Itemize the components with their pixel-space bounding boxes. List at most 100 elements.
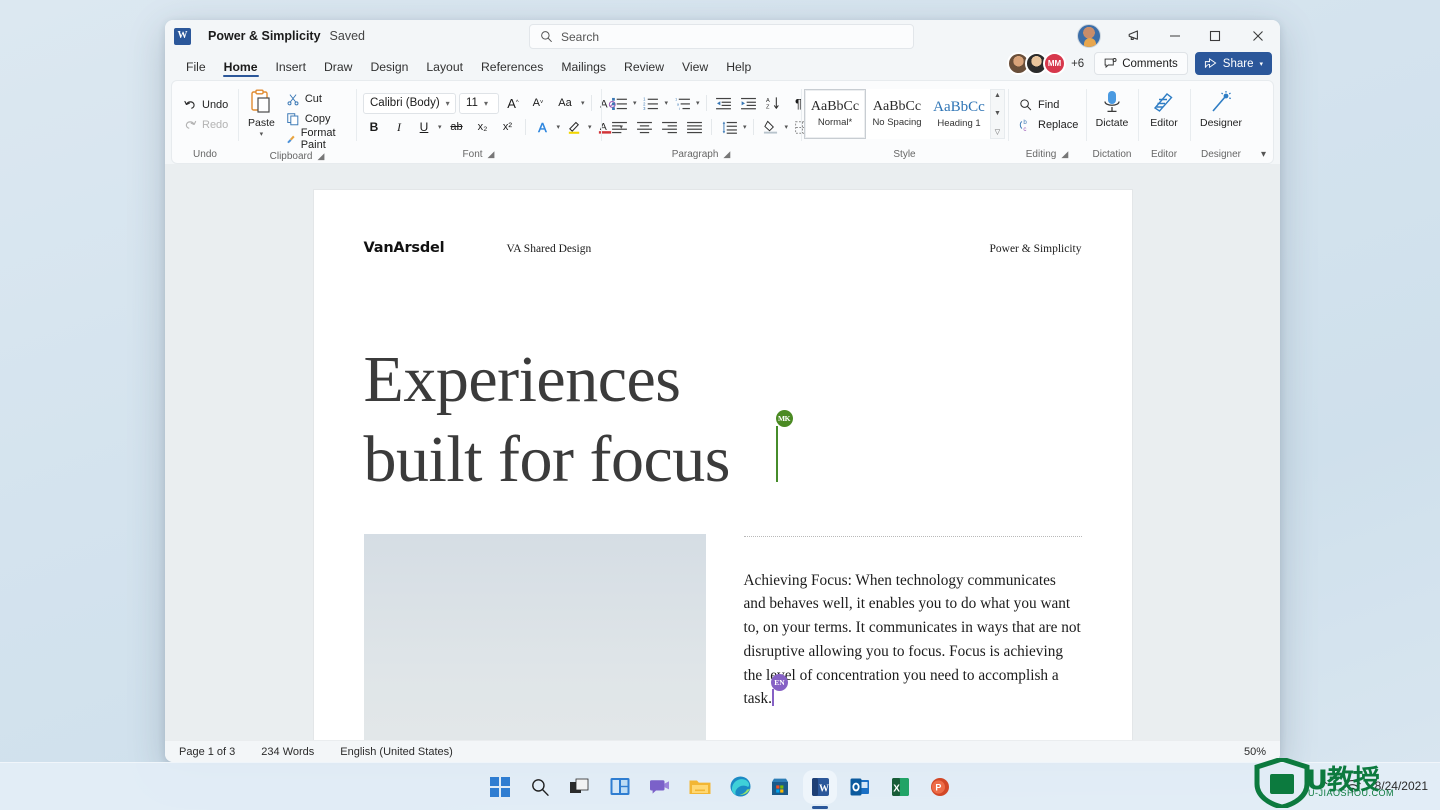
chevron-down-icon[interactable]: ▾ xyxy=(557,123,561,131)
multilevel-list-button[interactable]: 1 a i xyxy=(671,93,693,114)
paste-button[interactable]: Paste ▾ xyxy=(245,85,278,138)
copy-button[interactable]: Copy xyxy=(282,109,349,129)
undo-button[interactable]: Undo xyxy=(179,95,232,115)
tab-design[interactable]: Design xyxy=(361,61,417,77)
task-view-icon[interactable] xyxy=(568,775,592,799)
font-family-combo[interactable]: Calibri (Body) ▾ xyxy=(363,92,456,114)
document-title[interactable]: Power & Simplicity xyxy=(208,29,321,43)
align-left-button[interactable] xyxy=(608,117,630,138)
dialog-launcher-icon[interactable]: ◢ xyxy=(723,149,730,160)
store-icon[interactable] xyxy=(768,775,792,799)
chevron-down-icon[interactable]: ▾ xyxy=(743,123,747,131)
language-indicator[interactable]: English (United States) xyxy=(340,746,453,758)
text-effects-button[interactable]: A xyxy=(532,117,554,138)
grow-font-button[interactable]: A ^ xyxy=(502,93,524,114)
dictate-button[interactable]: Dictate xyxy=(1093,85,1131,130)
start-icon[interactable] xyxy=(488,775,512,799)
highlight-button[interactable] xyxy=(563,117,585,138)
increase-indent-button[interactable] xyxy=(738,93,760,114)
tray-overflow-button[interactable]: ⌃ xyxy=(1320,779,1330,793)
widgets-icon[interactable] xyxy=(608,775,632,799)
chevron-down-icon[interactable]: ▾ xyxy=(588,123,592,131)
dialog-launcher-icon[interactable]: ◢ xyxy=(1061,149,1068,160)
zoom-level[interactable]: 50% xyxy=(1244,746,1266,758)
tray-date[interactable]: 8/24/2021 xyxy=(1375,779,1428,793)
justify-button[interactable] xyxy=(683,117,705,138)
tab-references[interactable]: References xyxy=(472,61,552,77)
tab-mailings[interactable]: Mailings xyxy=(552,61,615,77)
chevron-down-icon[interactable]: ▾ xyxy=(696,99,700,107)
megaphone-icon[interactable] xyxy=(1115,20,1155,52)
editor-button[interactable]: Editor xyxy=(1145,85,1183,130)
tab-layout[interactable]: Layout xyxy=(417,61,472,77)
tab-draw[interactable]: Draw xyxy=(315,61,361,77)
chevron-down-icon[interactable]: ▾ xyxy=(785,123,789,131)
numbering-button[interactable]: 1 2 3 xyxy=(640,93,662,114)
subscript-button[interactable]: x₂ xyxy=(472,117,494,138)
share-button[interactable]: Share ▾ xyxy=(1194,52,1272,75)
account-avatar[interactable] xyxy=(1077,24,1101,48)
decrease-indent-button[interactable] xyxy=(713,93,735,114)
search-box[interactable]: Search xyxy=(529,24,914,49)
tab-home[interactable]: Home xyxy=(215,61,267,78)
redo-button[interactable]: Redo xyxy=(179,115,232,135)
tab-insert[interactable]: Insert xyxy=(267,61,315,77)
document-page[interactable]: VanArsdel VA Shared Design Power & Simpl… xyxy=(313,190,1132,740)
architecture-photo[interactable] xyxy=(363,533,706,740)
font-size-combo[interactable]: 11 ▾ xyxy=(459,92,499,114)
italic-button[interactable]: I xyxy=(388,117,410,138)
find-button[interactable]: Find xyxy=(1015,95,1063,115)
tab-view[interactable]: View xyxy=(673,61,717,77)
format-painter-button[interactable]: Format Paint xyxy=(282,127,349,151)
chevron-down-icon[interactable]: ▾ xyxy=(665,99,669,107)
outlook-icon[interactable] xyxy=(848,775,872,799)
shading-button[interactable] xyxy=(760,117,782,138)
document-canvas[interactable]: VanArsdel VA Shared Design Power & Simpl… xyxy=(165,164,1280,740)
style-item-no-spacing[interactable]: AaBbCc No Spacing xyxy=(866,89,928,139)
tab-file[interactable]: File xyxy=(177,61,215,77)
align-center-button[interactable] xyxy=(633,117,655,138)
minimize-button[interactable] xyxy=(1155,20,1195,52)
tab-help[interactable]: Help xyxy=(717,61,760,77)
page-indicator[interactable]: Page 1 of 3 xyxy=(179,746,235,758)
style-item-normal[interactable]: AaBbCc Normal* xyxy=(804,89,866,139)
close-button[interactable] xyxy=(1235,20,1280,52)
bullets-button[interactable] xyxy=(608,93,630,114)
superscript-button[interactable]: x² xyxy=(497,117,519,138)
chevron-down-icon[interactable]: ▾ xyxy=(438,123,442,131)
edge-icon[interactable] xyxy=(728,775,752,799)
cut-button[interactable]: Cut xyxy=(282,89,349,109)
excel-icon[interactable]: X xyxy=(888,775,912,799)
collaborator-avatar-3[interactable]: MM xyxy=(1043,52,1067,75)
word-count[interactable]: 234 Words xyxy=(261,746,314,758)
wifi-icon[interactable] xyxy=(1343,779,1361,793)
tab-review[interactable]: Review xyxy=(615,61,673,77)
change-case-button[interactable]: Aa xyxy=(552,93,578,114)
sort-button[interactable]: A Z xyxy=(763,93,785,114)
powerpoint-icon[interactable]: P xyxy=(928,775,952,799)
dialog-launcher-icon[interactable]: ◢ xyxy=(488,149,495,160)
more-styles-icon[interactable]: ▽ xyxy=(995,128,1000,136)
chat-icon[interactable] xyxy=(648,775,672,799)
chevron-down-icon[interactable]: ▾ xyxy=(581,99,585,107)
scroll-down-icon[interactable]: ▼ xyxy=(994,110,1001,117)
scroll-up-icon[interactable]: ▲ xyxy=(994,92,1001,99)
style-item-heading-1[interactable]: AaBbCc Heading 1 xyxy=(928,89,990,139)
align-right-button[interactable] xyxy=(658,117,680,138)
replace-button[interactable]: b c Replace xyxy=(1015,115,1082,135)
maximize-button[interactable] xyxy=(1195,20,1235,52)
designer-button[interactable]: Designer xyxy=(1197,85,1245,130)
collapse-ribbon-button[interactable]: ▾ xyxy=(1261,149,1266,160)
document-body-paragraph[interactable]: Achieving Focus: When technology communi… xyxy=(744,537,1082,740)
search-icon[interactable] xyxy=(528,775,552,799)
line-spacing-button[interactable] xyxy=(718,117,740,138)
word-icon[interactable]: W xyxy=(808,774,832,809)
file-explorer-icon[interactable] xyxy=(688,775,712,799)
collaborator-avatars[interactable]: MM +6 xyxy=(1007,52,1087,75)
chevron-down-icon[interactable]: ▾ xyxy=(260,130,264,138)
bold-button[interactable]: B xyxy=(363,117,385,138)
strikethrough-button[interactable]: ab xyxy=(445,117,469,138)
chevron-down-icon[interactable]: ▾ xyxy=(633,99,637,107)
dialog-launcher-icon[interactable]: ◢ xyxy=(317,151,324,162)
style-gallery-scrollbar[interactable]: ▲ ▼ ▽ xyxy=(990,89,1005,139)
